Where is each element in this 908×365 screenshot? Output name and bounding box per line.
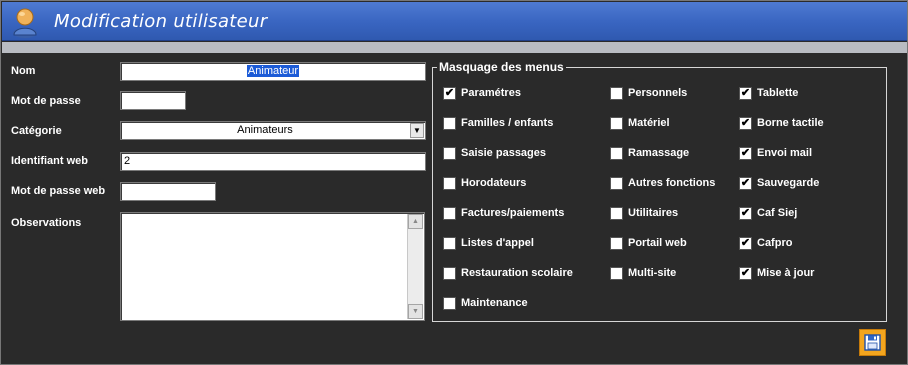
checkbox-unchecked[interactable] bbox=[443, 177, 456, 190]
identifiant-web-field[interactable]: 2 bbox=[120, 152, 426, 171]
title-bar: Modification utilisateur bbox=[2, 2, 907, 41]
checkbox-unchecked[interactable] bbox=[610, 117, 623, 130]
identifiant-web-label: Identifiant web bbox=[11, 155, 88, 167]
menu-checkbox-label: Factures/paiements bbox=[461, 207, 565, 219]
scroll-up-icon[interactable]: ▲ bbox=[408, 214, 423, 229]
menu-checkbox-label: Autres fonctions bbox=[628, 177, 716, 189]
menu-checkbox-item[interactable]: ✔ Tablette bbox=[739, 87, 889, 101]
menu-checkbox-label: Borne tactile bbox=[757, 117, 824, 129]
menu-checkbox-label: Saisie passages bbox=[461, 147, 547, 159]
categorie-select[interactable]: Animateurs ▼ bbox=[120, 121, 426, 140]
menu-checkbox-item[interactable]: Restauration scolaire bbox=[443, 267, 593, 281]
menu-checkbox-item[interactable]: Maintenance bbox=[443, 297, 593, 311]
observations-label: Observations bbox=[11, 217, 82, 229]
title-separator bbox=[2, 42, 907, 53]
checkbox-unchecked[interactable] bbox=[443, 237, 456, 250]
nom-value: Animateur bbox=[245, 64, 301, 78]
checkbox-checked[interactable]: ✔ bbox=[739, 87, 752, 100]
checkbox-checked[interactable]: ✔ bbox=[739, 207, 752, 220]
mot-de-passe-field[interactable] bbox=[120, 91, 186, 110]
nom-label: Nom bbox=[11, 65, 36, 77]
menu-checkbox-item[interactable]: ✔ Caf Siej bbox=[739, 207, 889, 221]
menu-checkbox-item[interactable]: ✔ Envoi mail bbox=[739, 147, 889, 161]
menu-checkbox-label: Portail web bbox=[628, 237, 687, 249]
menu-checkbox-item[interactable]: Ramassage bbox=[610, 147, 760, 161]
chevron-down-icon[interactable]: ▼ bbox=[410, 123, 424, 138]
checkbox-checked[interactable]: ✔ bbox=[739, 267, 752, 280]
menu-checkbox-item[interactable]: Utilitaires bbox=[610, 207, 760, 221]
checkbox-unchecked[interactable] bbox=[610, 207, 623, 220]
menu-checkbox-item[interactable]: Matériel bbox=[610, 117, 760, 131]
mot-de-passe-label: Mot de passe bbox=[11, 95, 81, 107]
menu-masking-title: Masquage des menus bbox=[437, 60, 566, 74]
menu-checkbox-item[interactable]: Autres fonctions bbox=[610, 177, 760, 191]
checkbox-unchecked[interactable] bbox=[610, 237, 623, 250]
observations-scrollbar[interactable]: ▲ ▼ bbox=[407, 214, 423, 319]
checkbox-unchecked[interactable] bbox=[443, 207, 456, 220]
categorie-value: Animateurs bbox=[237, 124, 293, 136]
menu-checkbox-label: Paramétres bbox=[461, 87, 521, 99]
menu-checkbox-label: Utilitaires bbox=[628, 207, 679, 219]
menu-checkbox-label: Tablette bbox=[757, 87, 799, 99]
menu-checkbox-label: Cafpro bbox=[757, 237, 793, 249]
observations-textarea[interactable]: ▲ ▼ bbox=[120, 212, 425, 321]
menu-checkbox-label: Listes d'appel bbox=[461, 237, 534, 249]
menu-checkbox-item[interactable]: ✔ Paramétres bbox=[443, 87, 593, 101]
window-title: Modification utilisateur bbox=[54, 11, 268, 32]
identifiant-web-value: 2 bbox=[124, 155, 131, 167]
menu-checkbox-label: Mise à jour bbox=[757, 267, 815, 279]
checkbox-unchecked[interactable] bbox=[610, 177, 623, 190]
user-icon bbox=[13, 8, 37, 38]
checkbox-unchecked[interactable] bbox=[610, 147, 623, 160]
menu-checkbox-label: Personnels bbox=[628, 87, 688, 99]
floppy-disk-icon bbox=[864, 334, 881, 351]
save-button[interactable] bbox=[859, 329, 886, 356]
checkbox-checked[interactable]: ✔ bbox=[739, 147, 752, 160]
menu-checkbox-item[interactable]: ✔ Cafpro bbox=[739, 237, 889, 251]
menu-checkbox-label: Matériel bbox=[628, 117, 670, 129]
menu-checkbox-label: Sauvegarde bbox=[757, 177, 820, 189]
checkbox-unchecked[interactable] bbox=[443, 117, 456, 130]
menu-checkbox-item[interactable]: Portail web bbox=[610, 237, 760, 251]
menu-checkbox-item[interactable]: ✔ Mise à jour bbox=[739, 267, 889, 281]
menu-checkbox-label: Familles / enfants bbox=[461, 117, 554, 129]
checkbox-unchecked[interactable] bbox=[610, 87, 623, 100]
scroll-down-icon[interactable]: ▼ bbox=[408, 304, 423, 319]
menu-checkbox-item[interactable]: Listes d'appel bbox=[443, 237, 593, 251]
menu-checkbox-label: Horodateurs bbox=[461, 177, 527, 189]
checkbox-unchecked[interactable] bbox=[610, 267, 623, 280]
user-edit-window: Modification utilisateur Nom Animateur M… bbox=[0, 0, 908, 365]
checkbox-unchecked[interactable] bbox=[443, 267, 456, 280]
menu-checkbox-item[interactable]: Factures/paiements bbox=[443, 207, 593, 221]
menu-checkbox-label: Multi-site bbox=[628, 267, 677, 279]
nom-field[interactable]: Animateur bbox=[120, 62, 426, 81]
menu-checkbox-item[interactable]: Saisie passages bbox=[443, 147, 593, 161]
menu-checkbox-item[interactable]: ✔ Sauvegarde bbox=[739, 177, 889, 191]
mot-de-passe-web-field[interactable] bbox=[120, 182, 216, 201]
menu-checkbox-item[interactable]: Personnels bbox=[610, 87, 760, 101]
menu-checkbox-item[interactable]: ✔ Borne tactile bbox=[739, 117, 889, 131]
menu-checkbox-item[interactable]: Multi-site bbox=[610, 267, 760, 281]
menu-checkbox-label: Caf Siej bbox=[757, 207, 798, 219]
categorie-label: Catégorie bbox=[11, 125, 62, 137]
menu-masking-group bbox=[432, 67, 887, 322]
checkbox-checked[interactable]: ✔ bbox=[739, 177, 752, 190]
menu-checkbox-label: Envoi mail bbox=[757, 147, 813, 159]
menu-checkbox-item[interactable]: Horodateurs bbox=[443, 177, 593, 191]
checkbox-unchecked[interactable] bbox=[443, 297, 456, 310]
checkbox-checked[interactable]: ✔ bbox=[443, 87, 456, 100]
checkbox-checked[interactable]: ✔ bbox=[739, 237, 752, 250]
menu-checkbox-label: Maintenance bbox=[461, 297, 528, 309]
menu-checkbox-label: Restauration scolaire bbox=[461, 267, 573, 279]
checkbox-unchecked[interactable] bbox=[443, 147, 456, 160]
mot-de-passe-web-label: Mot de passe web bbox=[11, 185, 106, 197]
menu-checkbox-item[interactable]: Familles / enfants bbox=[443, 117, 593, 131]
menu-checkbox-label: Ramassage bbox=[628, 147, 690, 159]
checkbox-checked[interactable]: ✔ bbox=[739, 117, 752, 130]
